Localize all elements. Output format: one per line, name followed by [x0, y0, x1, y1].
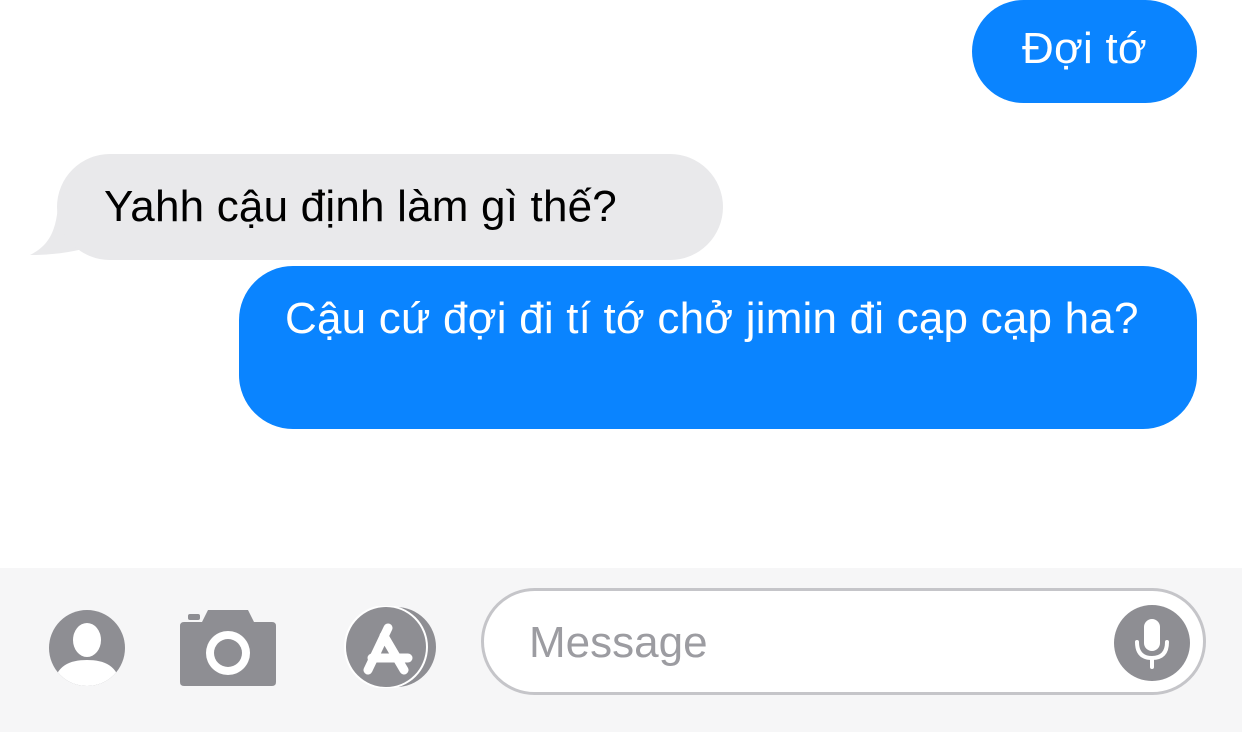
message-input[interactable]: Message — [481, 588, 1206, 695]
contact-icon[interactable] — [47, 608, 127, 688]
incoming-message-bubble[interactable]: Yahh cậu định làm gì thế? — [57, 154, 723, 260]
compose-toolbar: Message — [0, 568, 1242, 732]
outgoing-message-bubble[interactable]: Cậu cứ đợi đi tí tớ chở jimin đi cạp cạp… — [239, 266, 1197, 429]
messages-screen: Đợi tớ Yahh cậu định làm gì thế? Cậu cứ … — [0, 0, 1242, 732]
message-placeholder: Message — [529, 618, 708, 667]
appstore-icon[interactable] — [334, 606, 442, 688]
mic-icon[interactable] — [1113, 604, 1191, 682]
camera-icon[interactable] — [180, 606, 276, 688]
outgoing-message-bubble[interactable]: Đợi tớ — [972, 0, 1197, 103]
